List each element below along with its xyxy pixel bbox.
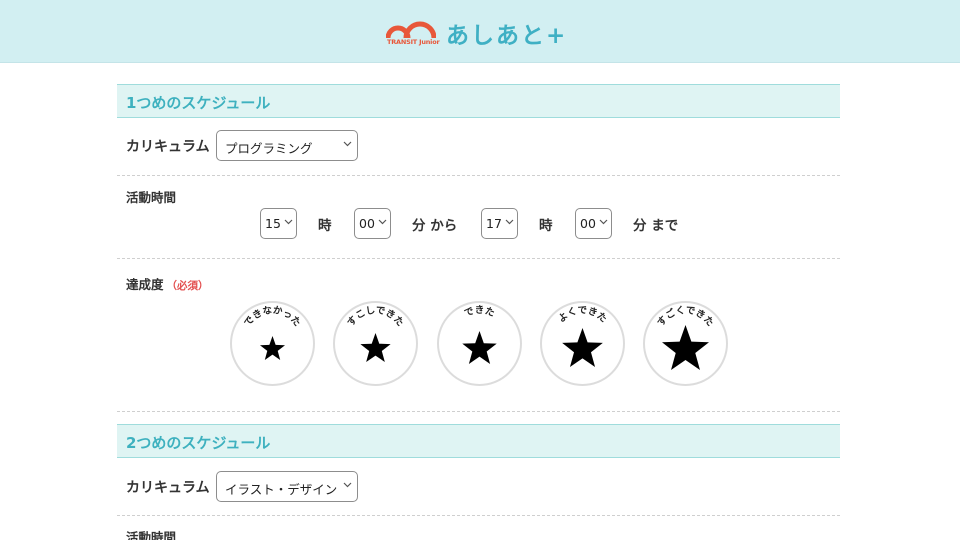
minute-from-word: 分 から	[412, 218, 458, 234]
curriculum-select-2[interactable]: イラスト・デザイン	[216, 471, 358, 502]
divider	[117, 258, 840, 259]
star-icon	[662, 325, 709, 370]
divider	[117, 411, 840, 412]
svg-text:できなかった: できなかった	[242, 305, 302, 329]
achievement-level-1[interactable]: できなかった	[230, 301, 315, 386]
hour-word: 時	[539, 218, 553, 234]
required-badge: （必須）	[166, 280, 209, 292]
logo-title: あしあと+	[446, 23, 568, 49]
schedule-1-title: 1つめのスケジュール	[126, 94, 271, 112]
star-icon	[260, 336, 285, 360]
hour-word: 時	[318, 218, 332, 234]
divider	[117, 175, 840, 176]
chevron-down-icon	[343, 480, 352, 489]
level-3-label: できた	[463, 305, 496, 319]
end-minute-value: 00	[580, 216, 596, 231]
start-minute-select[interactable]: 00	[354, 208, 391, 239]
chevron-down-icon	[505, 217, 514, 226]
divider	[117, 515, 840, 516]
level-2-label: すこしできた	[345, 305, 405, 329]
end-minute-select[interactable]: 00	[575, 208, 612, 239]
schedule-2-title: 2つめのスケジュール	[126, 434, 271, 452]
svg-text:すこしできた: すこしできた	[345, 305, 405, 329]
achievement-level-4[interactable]: よくできた	[540, 301, 625, 386]
svg-text:よくできた: よくできた	[556, 305, 609, 325]
logo[interactable]: TRANSIT Junior あしあと+	[386, 16, 586, 50]
minute-until-word: 分 まで	[633, 218, 679, 234]
chevron-down-icon	[599, 217, 608, 226]
curriculum-label: カリキュラム	[126, 480, 210, 496]
achievement-level-2[interactable]: すこしできた	[333, 301, 418, 386]
achievement-label: 達成度 （必須）	[126, 274, 209, 293]
start-minute-value: 00	[359, 216, 375, 231]
activity-time-label: 活動時間	[126, 190, 177, 205]
star-icon	[462, 331, 497, 364]
level-4-label: よくできた	[556, 305, 609, 325]
star-icon	[562, 328, 603, 367]
star-icon	[360, 333, 391, 362]
curriculum-select-value: イラスト・デザイン	[225, 482, 338, 497]
logo-subtitle: TRANSIT Junior	[387, 38, 440, 46]
chevron-down-icon	[343, 139, 352, 148]
schedule-2-header: 2つめのスケジュール	[117, 424, 840, 458]
achievement-label-text: 達成度	[126, 277, 164, 292]
achievement-level-5[interactable]: すごくできた	[643, 301, 728, 386]
level-1-label: できなかった	[242, 305, 302, 329]
curriculum-label: カリキュラム	[126, 139, 210, 155]
start-hour-select[interactable]: 15	[260, 208, 297, 239]
svg-text:できた: できた	[463, 305, 496, 319]
achievement-level-3[interactable]: できた	[437, 301, 522, 386]
chevron-down-icon	[284, 217, 293, 226]
activity-time-label: 活動時間	[126, 530, 177, 540]
end-hour-select[interactable]: 17	[481, 208, 518, 239]
curriculum-select-value: プログラミング	[225, 141, 313, 156]
schedule-1-header: 1つめのスケジュール	[117, 84, 840, 118]
app-header: TRANSIT Junior あしあと+	[0, 0, 960, 63]
curriculum-select-1[interactable]: プログラミング	[216, 130, 358, 161]
chevron-down-icon	[378, 217, 387, 226]
start-hour-value: 15	[265, 216, 281, 231]
end-hour-value: 17	[486, 216, 502, 231]
